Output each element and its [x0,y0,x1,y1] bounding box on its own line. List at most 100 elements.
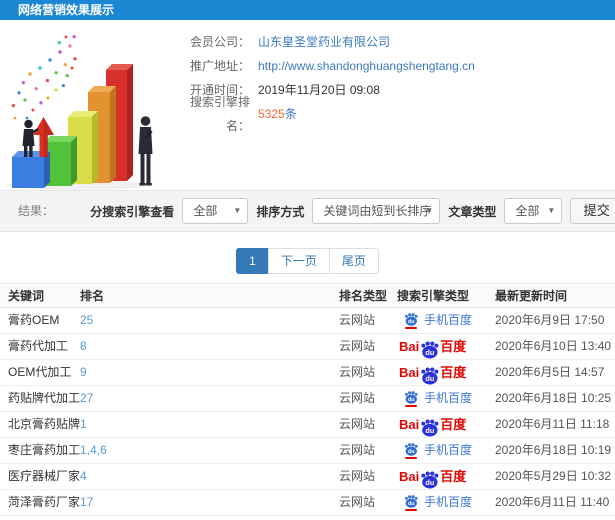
site-label: 推广地址： [189,59,250,73]
page-last-button[interactable]: 尾页 [328,248,379,274]
article-type-select[interactable]: 全部 ▼ [504,198,563,224]
baidu-cn-text: 百度 [440,365,467,380]
rank-link[interactable]: 1 [80,417,87,431]
site-url-link[interactable]: http://www.shandonghuangshengtang.cn [258,54,475,78]
rank-link[interactable]: 17 [80,495,93,509]
sort-select-value: 关键词由短到长排序 [323,204,432,218]
rank-link[interactable]: 4 [80,469,87,483]
chevron-down-icon: ▼ [233,206,242,215]
baidu-cn-text: 百度 [440,469,467,484]
baidu-bai-text: Bai [399,365,420,380]
svg-text:du: du [426,478,435,487]
article-type-label: 文章类型 [448,204,497,219]
opened-value: 2019年11月20日 09:08 [258,83,380,97]
keyword-cell: OEM代加工 [8,365,72,379]
svg-text:du: du [408,449,415,455]
mobile-baidu-label: 手机百度 [424,443,473,457]
svg-text:du: du [426,374,435,383]
result-section-label: 结果： [18,204,55,218]
page-next-button[interactable]: 下一页 [267,248,330,274]
baidu-paw-icon: du [421,471,439,489]
table-row: 医疗器械厂家 4 云网站 Bai du 百度 2020年5月29日 10:32 [0,464,615,490]
svg-text:du: du [426,348,435,357]
keyword-cell: 药贴牌代加工 [8,391,81,405]
mobile-baidu-icon: du 手机百度 [404,438,472,463]
baidu-bai-text: Bai [399,339,420,354]
engine-filter-label: 分搜索引擎查看 [90,204,175,219]
results-table: 关键词 排名 排名类型 搜索引擎类型 最新更新时间 膏药OEM 25 云网站 d… [0,283,615,516]
table-row: 菏泽膏药厂家 17 云网站 du 手机百度 2020年6月11日 11:40 [0,490,615,516]
rank-link[interactable]: 1,4,6 [80,443,107,457]
header-updated: 最新更新时间 [495,289,568,303]
baidu-paw-icon: du [404,494,418,508]
engine-cell: du 手机百度 [397,438,495,463]
engine-cell: du 手机百度 [397,490,495,515]
updated-cell: 2020年6月5日 14:57 [495,365,605,379]
page-current-button[interactable]: 1 [236,248,269,274]
rank-link[interactable]: 25 [80,313,93,327]
company-link[interactable]: 山东皇圣堂药业有限公司 [258,30,390,54]
rank-unit[interactable]: 条 [285,102,297,126]
baidu-paw-icon: du [421,367,439,385]
baidu-cn-text: 百度 [440,339,467,354]
mobile-baidu-icon: du 手机百度 [404,386,472,411]
rank-link[interactable]: 27 [80,391,93,405]
mobile-baidu-label: 手机百度 [424,313,473,327]
page-title: 网络营销效果展示 [18,3,115,17]
engine-cell: Bai du 百度 [397,360,495,385]
updated-cell: 2020年6月18日 10:19 [495,443,612,457]
rank-type-cell: 云网站 [339,391,376,405]
baidu-paw-icon: du [404,312,418,326]
svg-text:du: du [408,319,415,325]
updated-cell: 2020年6月11日 11:18 [495,417,610,431]
baidu-logo-icon: Bai du 百度 [399,334,466,359]
app-header: 网络营销效果展示 [0,0,615,20]
submit-button[interactable]: 提交 [570,198,615,224]
pagination: 1 下一页 尾页 [0,248,615,274]
table-row: 膏药OEM 25 云网站 du 手机百度 2020年6月9日 17:50 [0,308,615,334]
baidu-paw-icon: du [421,419,439,437]
baidu-logo-icon: Bai du 百度 [399,360,466,385]
header-keyword: 关键词 [8,289,45,303]
header-engine-type: 搜索引擎类型 [397,289,470,303]
baidu-bai-text: Bai [399,417,420,432]
rank-row: 搜索引擎排名： 5325 条 [176,95,475,133]
mobile-baidu-label: 手机百度 [424,495,473,509]
keyword-cell: 北京膏药贴牌 [8,417,81,431]
rank-type-cell: 云网站 [339,417,376,431]
baidu-logo-icon: Bai du 百度 [399,412,466,437]
keyword-cell: 菏泽膏药厂家 [8,495,81,509]
sort-filter-label: 排序方式 [256,204,305,219]
updated-cell: 2020年6月10日 13:40 [495,339,612,353]
updated-cell: 2020年6月11日 11:40 [495,495,610,509]
baidu-paw-icon: du [404,390,418,404]
baidu-paw-icon: du [404,442,418,456]
updated-cell: 2020年5月29日 10:32 [495,469,612,483]
company-label: 会员公司： [189,35,250,49]
rank-type-cell: 云网站 [339,313,376,327]
rank-link[interactable]: 9 [80,365,87,379]
baidu-logo-icon: Bai du 百度 [399,464,466,489]
keyword-cell: 膏药OEM [8,313,60,327]
article-type-select-value: 全部 [515,204,540,218]
baidu-cn-text: 百度 [440,417,467,432]
rank-link[interactable]: 8 [80,339,87,353]
engine-select[interactable]: 全部 ▼ [182,198,249,224]
engine-cell: du 手机百度 [397,308,495,333]
header-rank: 排名 [80,289,105,303]
svg-text:du: du [408,501,415,507]
engine-cell: Bai du 百度 [397,464,495,489]
rank-count[interactable]: 5325 [258,102,285,126]
sort-select[interactable]: 关键词由短到长排序 ▼ [312,198,441,224]
member-info: 会员公司： 山东皇圣堂药业有限公司 推广地址： http://www.shand… [176,30,475,133]
filter-controls: 分搜索引擎查看 全部 ▼ 排序方式 关键词由短到长排序 ▼ 文章类型 全部 ▼ … [90,191,615,231]
confetti-dots [11,34,78,120]
table-row: OEM代加工 9 云网站 Bai du 百度 2020年6月5日 14:57 [0,360,615,386]
baidu-bai-text: Bai [399,469,420,484]
keyword-cell: 枣庄膏药加工 [8,443,81,457]
businessman-right [138,116,153,186]
chevron-down-icon: ▼ [425,206,434,215]
rank-type-cell: 云网站 [339,339,376,353]
table-row: 枣庄膏药加工 1,4,6 云网站 du 手机百度 2020年6月18日 10:1… [0,438,615,464]
table-row: 北京膏药贴牌 1 云网站 Bai du 百度 2020年6月11日 11:18 [0,412,615,438]
